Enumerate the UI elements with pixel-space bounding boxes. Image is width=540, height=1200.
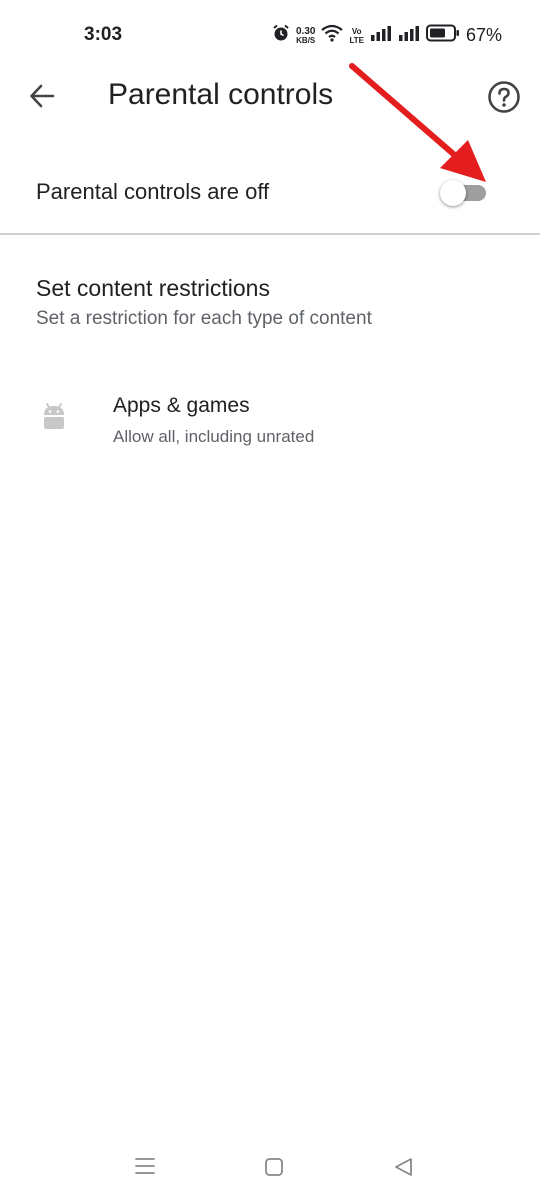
volte-icon: Vo LTE bbox=[349, 27, 364, 45]
status-icons: 0.30 KB/S Vo LTE 67% bbox=[272, 24, 502, 47]
signal-icon bbox=[398, 25, 420, 46]
net-speed-unit: KB/S bbox=[296, 35, 316, 45]
content-restrictions-subtitle: Set a restriction for each type of conte… bbox=[36, 308, 372, 329]
battery-percent: 67% bbox=[465, 25, 502, 45]
battery-icon bbox=[425, 24, 460, 47]
status-time: 3:03 bbox=[84, 24, 123, 45]
divider bbox=[0, 233, 540, 235]
content-restrictions-title: Set content restrictions bbox=[36, 275, 270, 301]
list-item-subtitle: Allow all, including unrated bbox=[113, 427, 315, 446]
alarm-icon bbox=[272, 24, 290, 47]
list-item-title: Apps & games bbox=[113, 394, 250, 417]
net-speed-value: 0.30 bbox=[295, 25, 316, 37]
arrow-back-icon bbox=[30, 84, 55, 108]
wifi-icon bbox=[321, 24, 344, 47]
network-speed: 0.30 KB/S bbox=[295, 25, 316, 45]
annotation-red-arrow bbox=[349, 63, 486, 182]
parental-controls-status-label: Parental controls are off bbox=[36, 179, 270, 204]
volte-line2: LTE bbox=[349, 35, 364, 45]
back-button[interactable] bbox=[22, 76, 62, 116]
home-icon[interactable] bbox=[264, 1157, 284, 1177]
signal-icon bbox=[370, 25, 392, 46]
back-triangle-icon[interactable] bbox=[392, 1156, 414, 1178]
page-title: Parental controls bbox=[108, 78, 334, 111]
android-icon bbox=[40, 402, 68, 430]
volte-line1: Vo bbox=[351, 26, 362, 36]
menu-icon[interactable] bbox=[134, 1156, 156, 1176]
